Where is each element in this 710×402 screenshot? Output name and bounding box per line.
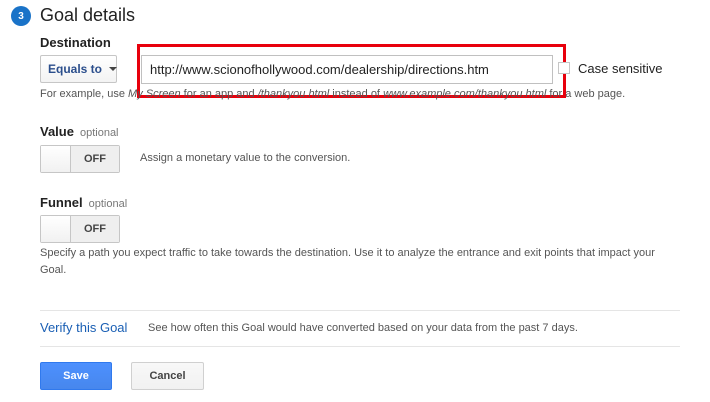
value-description: Assign a monetary value to the conversio…: [140, 152, 351, 164]
goal-details-page: 3 Goal details Destination Equals to Cas…: [0, 0, 710, 402]
value-toggle[interactable]: OFF: [40, 145, 120, 173]
help-example-url: www.example.com/thankyou.html: [383, 88, 547, 100]
case-sensitive-checkbox[interactable]: [558, 62, 570, 74]
save-button[interactable]: Save: [40, 362, 112, 390]
value-toggle-knob: [41, 146, 71, 172]
match-type-dropdown[interactable]: Equals to: [40, 55, 118, 83]
funnel-optional-tag: optional: [88, 198, 128, 210]
case-sensitive-label: Case sensitive: [578, 61, 663, 76]
funnel-description: Specify a path you expect traffic to tak…: [40, 247, 655, 276]
caret-down-icon: [109, 67, 118, 71]
cancel-button[interactable]: Cancel: [131, 362, 204, 390]
help-example-app: My Screen: [128, 88, 181, 100]
value-optional-tag: optional: [79, 127, 119, 139]
value-label: Value optional: [40, 124, 119, 139]
destination-url-input[interactable]: [141, 55, 553, 84]
divider-bottom: [40, 346, 680, 347]
match-type-value: Equals to: [48, 62, 103, 76]
section-title: Goal details: [40, 5, 136, 25]
destination-help-text: For example, use My Screen for an app an…: [40, 88, 626, 100]
help-example-page: /thankyou.html: [257, 88, 330, 100]
divider-top: [40, 310, 680, 311]
destination-label: Destination: [40, 35, 111, 50]
verify-goal-link[interactable]: Verify this Goal: [40, 320, 127, 335]
funnel-label: Funnel optional: [40, 195, 128, 210]
funnel-toggle-knob: [41, 216, 71, 242]
funnel-toggle-state: OFF: [71, 216, 119, 242]
verify-description: See how often this Goal would have conve…: [148, 322, 578, 334]
funnel-toggle[interactable]: OFF: [40, 215, 120, 243]
value-toggle-state: OFF: [71, 146, 119, 172]
step-number-badge: 3: [11, 6, 31, 26]
